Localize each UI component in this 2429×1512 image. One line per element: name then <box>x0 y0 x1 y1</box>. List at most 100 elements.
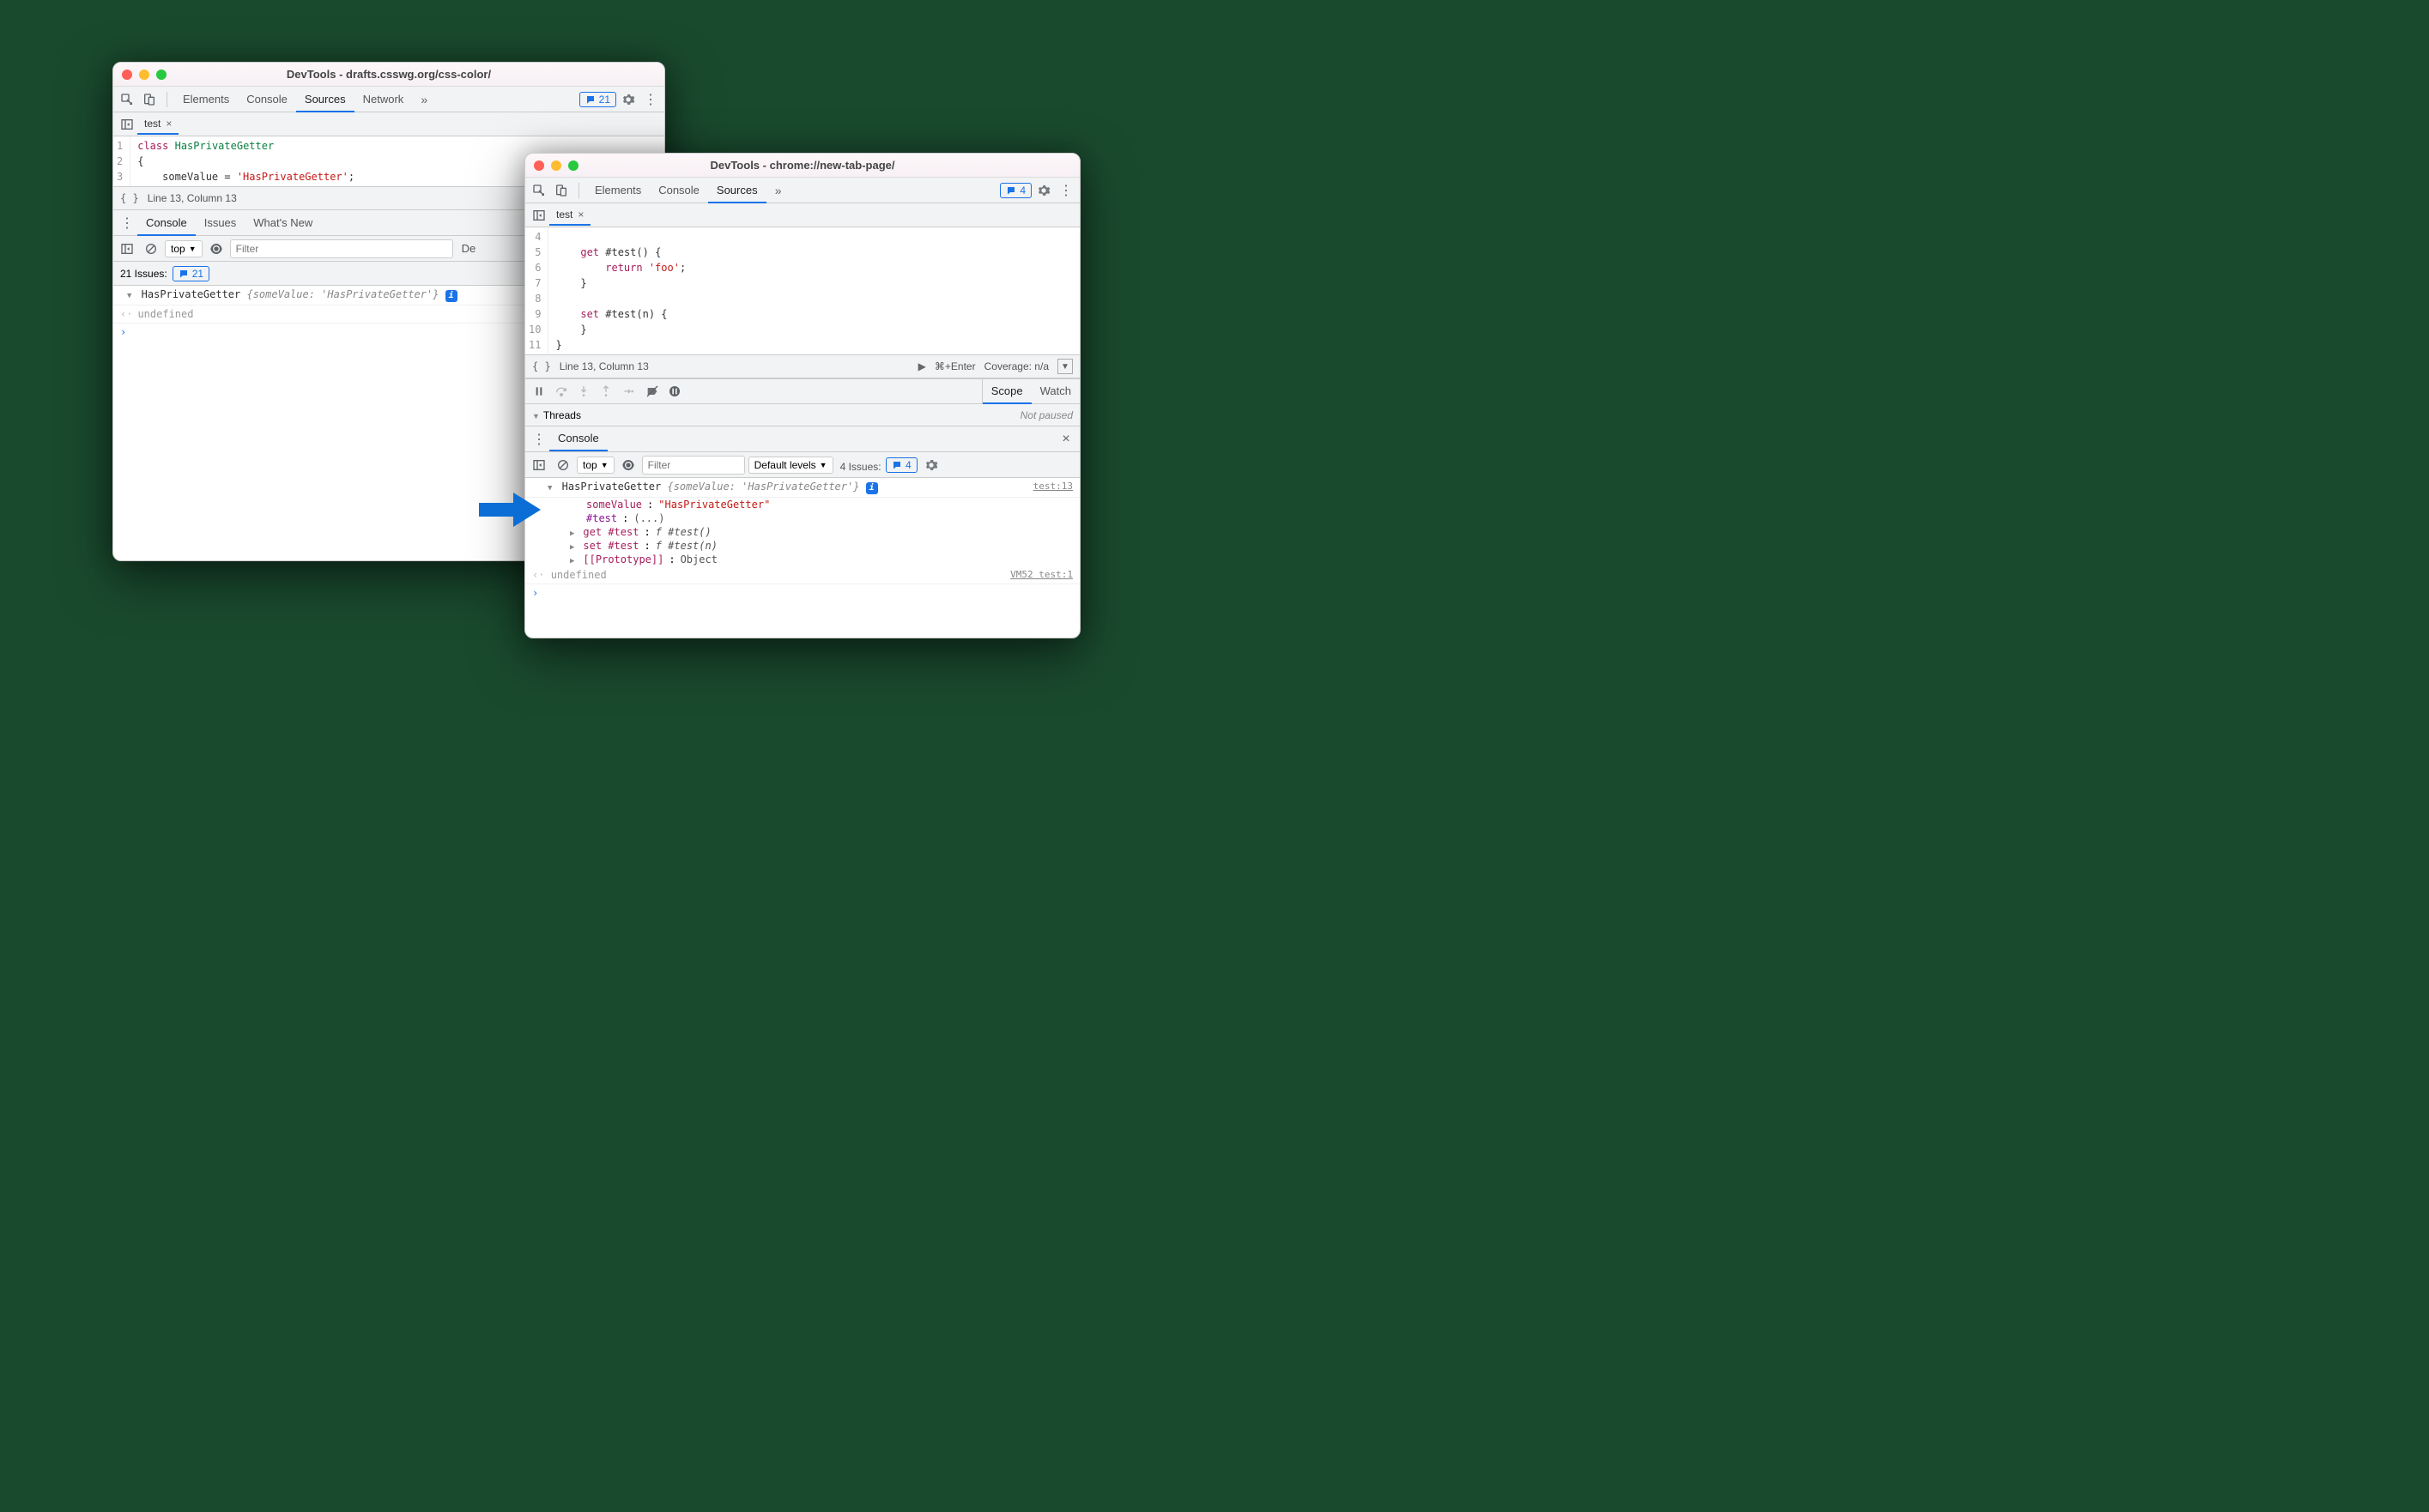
object-property-row[interactable]: someValue: "HasPrivateGetter" <box>525 498 1080 511</box>
step-into-icon[interactable] <box>573 381 594 402</box>
panel-tab-sources[interactable]: Sources <box>708 178 766 203</box>
live-expression-icon[interactable] <box>618 455 639 475</box>
close-window-icon[interactable] <box>122 70 132 80</box>
return-value: undefined <box>551 569 607 581</box>
expand-icon[interactable] <box>570 526 578 538</box>
settings-icon[interactable] <box>1033 180 1054 201</box>
levels-label: Default levels <box>754 459 816 471</box>
issues-count-inline: 21 <box>192 268 203 280</box>
panel-tab-elements[interactable]: Elements <box>174 88 238 112</box>
console-settings-icon[interactable] <box>921 455 942 475</box>
close-drawer-icon[interactable]: × <box>1056 429 1076 450</box>
zoom-window-icon[interactable] <box>156 70 167 80</box>
panel-tab-console[interactable]: Console <box>238 88 296 112</box>
clear-console-icon[interactable] <box>553 455 573 475</box>
navigator-toggle-icon[interactable] <box>117 114 137 135</box>
titlebar[interactable]: DevTools - chrome://new-tab-page/ <box>525 154 1080 178</box>
pretty-print-icon[interactable]: { } <box>120 192 139 204</box>
expand-icon[interactable] <box>532 409 543 421</box>
debug-tab-watch[interactable]: Watch <box>1032 379 1080 404</box>
issues-badge[interactable]: 4 <box>1000 183 1032 198</box>
close-window-icon[interactable] <box>534 160 544 171</box>
sidebar-toggle-icon[interactable] <box>117 239 137 259</box>
pretty-print-icon[interactable]: { } <box>532 360 551 372</box>
dropdown-icon: ▼ <box>820 461 827 469</box>
source-link[interactable]: test:13 <box>1033 481 1073 492</box>
collapse-icon[interactable]: ▼ <box>1057 359 1073 374</box>
object-property-row[interactable]: get #test: f #test() <box>525 525 1080 539</box>
coverage-label[interactable]: Coverage: n/a <box>984 360 1049 372</box>
more-tabs-icon[interactable]: » <box>414 89 434 110</box>
info-icon[interactable]: i <box>445 290 457 302</box>
more-tabs-icon[interactable]: » <box>768 180 789 201</box>
settings-icon[interactable] <box>618 89 639 110</box>
file-tab-bar: test × <box>113 112 664 136</box>
drawer-kebab-icon[interactable]: ⋮ <box>117 213 137 233</box>
step-out-icon[interactable] <box>596 381 616 402</box>
issues-label[interactable]: 4 Issues: 4 <box>840 457 918 473</box>
navigator-toggle-icon[interactable] <box>529 205 549 226</box>
code-lines[interactable]: class HasPrivateGetter{ someValue = 'Has… <box>130 136 361 186</box>
sidebar-toggle-icon[interactable] <box>529 455 549 475</box>
kebab-icon[interactable]: ⋮ <box>640 89 661 110</box>
zoom-window-icon[interactable] <box>568 160 578 171</box>
panel-tab-sources[interactable]: Sources <box>296 88 354 112</box>
object-property-row[interactable]: [[Prototype]]: Object <box>525 553 1080 566</box>
context-selector[interactable]: top ▼ <box>577 457 615 474</box>
object-preview: {someValue: 'HasPrivateGetter'} <box>246 288 439 300</box>
pause-exceptions-icon[interactable] <box>664 381 685 402</box>
expand-toggle-icon[interactable] <box>548 481 555 493</box>
context-selector[interactable]: top ▼ <box>165 240 203 257</box>
close-tab-icon[interactable]: × <box>578 209 584 221</box>
source-link[interactable]: VM52 test:1 <box>1010 569 1073 580</box>
device-toggle-icon[interactable] <box>551 180 572 201</box>
file-tab-test[interactable]: test × <box>137 114 179 135</box>
drawer-tab-console[interactable]: Console <box>549 426 608 451</box>
kebab-icon[interactable]: ⋮ <box>1056 180 1076 201</box>
file-tab-bar: test × <box>525 203 1080 227</box>
expand-toggle-icon[interactable] <box>127 288 135 300</box>
inspect-icon[interactable] <box>117 89 137 110</box>
issues-badge[interactable]: 21 <box>579 92 616 107</box>
titlebar[interactable]: DevTools - drafts.csswg.org/css-color/ <box>113 63 664 87</box>
info-icon[interactable]: i <box>866 482 878 494</box>
inspect-icon[interactable] <box>529 180 549 201</box>
drawer-tab-console[interactable]: Console <box>137 211 196 236</box>
issues-badge-inline[interactable]: 21 <box>173 266 209 281</box>
object-property-row[interactable]: #test: (...) <box>525 511 1080 525</box>
live-expression-icon[interactable] <box>206 239 227 259</box>
console-prompt[interactable]: › <box>525 584 1080 602</box>
file-name: test <box>556 209 572 221</box>
pause-icon[interactable] <box>529 381 549 402</box>
clear-console-icon[interactable] <box>141 239 161 259</box>
close-tab-icon[interactable]: × <box>166 118 172 130</box>
drawer-tab-issues[interactable]: Issues <box>196 211 245 236</box>
expand-icon[interactable] <box>570 553 578 565</box>
panel-tab-console[interactable]: Console <box>650 178 708 203</box>
levels-selector-cut[interactable]: De <box>462 242 476 255</box>
filter-input[interactable] <box>642 456 745 475</box>
panel-tab-network[interactable]: Network <box>354 88 413 112</box>
drawer-kebab-icon[interactable]: ⋮ <box>529 429 549 450</box>
object-property-row[interactable]: set #test: f #test(n) <box>525 539 1080 553</box>
levels-selector[interactable]: Default levels ▼ <box>748 457 833 474</box>
minimize-window-icon[interactable] <box>551 160 561 171</box>
minimize-window-icon[interactable] <box>139 70 149 80</box>
file-tab-test[interactable]: test × <box>549 205 591 226</box>
expand-icon[interactable] <box>570 540 578 552</box>
separator <box>578 183 579 198</box>
drawer-tab-what-s-new[interactable]: What's New <box>245 211 321 236</box>
run-icon[interactable]: ▶ <box>918 360 926 372</box>
debug-tab-scope[interactable]: Scope <box>983 379 1032 404</box>
code-editor[interactable]: 4567891011 get #test() { return 'foo'; }… <box>525 227 1080 354</box>
property-value: f #test(n) <box>656 540 718 552</box>
code-lines[interactable]: get #test() { return 'foo'; } set #test(… <box>548 227 693 354</box>
threads-section[interactable]: Threads Not paused <box>525 404 1080 426</box>
console-object-row[interactable]: HasPrivateGetter {someValue: 'HasPrivate… <box>525 478 1080 498</box>
device-toggle-icon[interactable] <box>139 89 160 110</box>
filter-input[interactable] <box>230 239 453 258</box>
panel-tab-elements[interactable]: Elements <box>586 178 650 203</box>
step-over-icon[interactable] <box>551 381 572 402</box>
step-icon[interactable] <box>618 381 639 402</box>
deactivate-breakpoints-icon[interactable] <box>642 381 663 402</box>
